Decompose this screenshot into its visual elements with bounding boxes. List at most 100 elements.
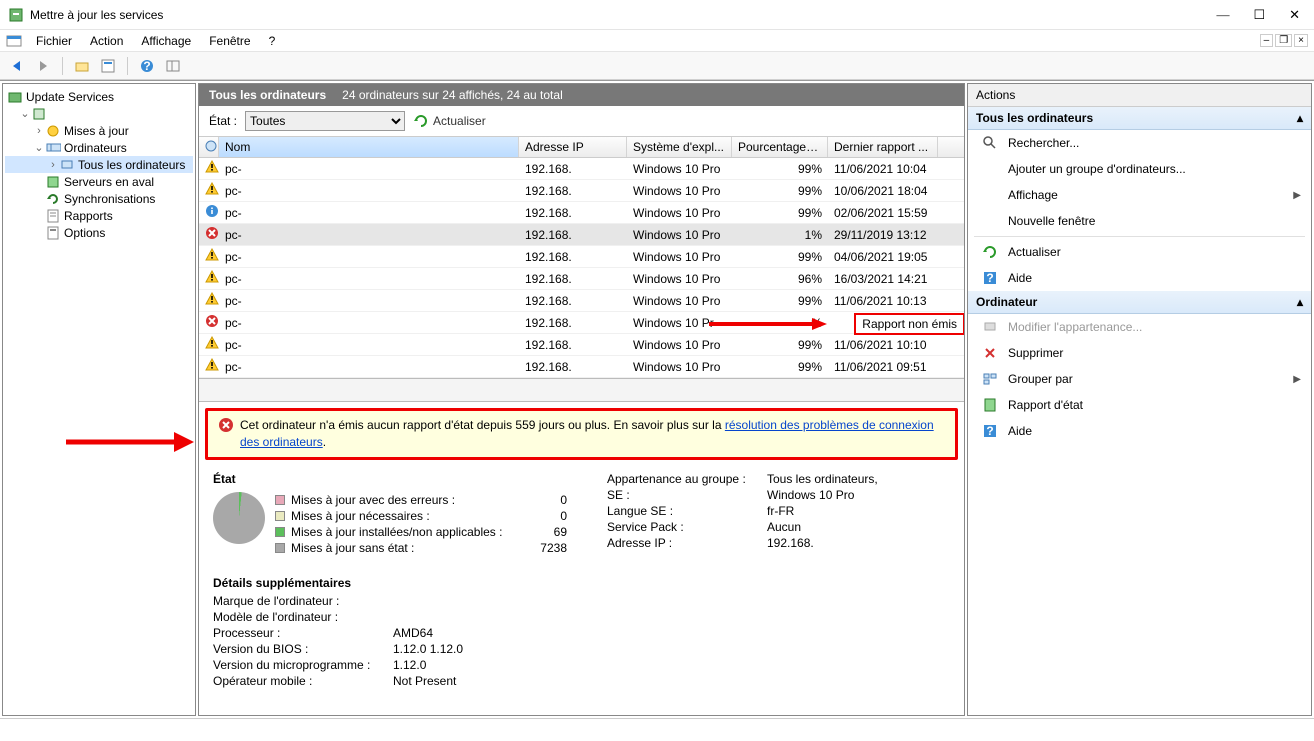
- cell-date: 29/11/2019 13:12: [828, 228, 938, 242]
- cell-os: Windows 10 Pro: [627, 184, 732, 198]
- actions-section-computers[interactable]: Tous les ordinateurs ▴: [968, 107, 1311, 130]
- cell-name: pc-: [219, 228, 519, 242]
- cell-pct: 99%: [732, 206, 828, 220]
- table-row[interactable]: pc-192.168.Windows 10 Pr%Rapport non émi…: [199, 312, 964, 334]
- action-add-group[interactable]: Ajouter un groupe d'ordinateurs...: [968, 156, 1311, 182]
- tree-options[interactable]: Options: [5, 224, 193, 241]
- col-name[interactable]: Nom: [219, 137, 519, 157]
- refresh-icon: [982, 244, 998, 260]
- cell-pct: 1%: [732, 228, 828, 242]
- menu-help[interactable]: ?: [261, 32, 284, 50]
- cell-ip: 192.168.: [519, 228, 627, 242]
- cell-date: 10/06/2021 18:04: [828, 184, 938, 198]
- forward-button[interactable]: [32, 55, 54, 77]
- callout-label: Rapport non émis: [854, 313, 964, 335]
- expand-icon[interactable]: ›: [33, 125, 45, 137]
- refresh-label: Actualiser: [433, 114, 486, 128]
- menu-view[interactable]: Affichage: [133, 32, 199, 50]
- grid-body[interactable]: pc-192.168.Windows 10 Pro99%11/06/2021 1…: [199, 158, 964, 378]
- filter-select[interactable]: Toutes: [245, 111, 405, 131]
- action-group-by[interactable]: Grouper par▶: [968, 366, 1311, 392]
- options-icon: [45, 225, 61, 241]
- folder-button[interactable]: [71, 55, 93, 77]
- status-icon: [205, 226, 219, 240]
- tree-allcomputers-label: Tous les ordinateurs: [78, 158, 185, 172]
- action-status-report[interactable]: Rapport d'état: [968, 392, 1311, 418]
- tree-panel: Update Services ⌄ › Mises à jour ⌄ Ordin…: [2, 83, 196, 716]
- action-new-window[interactable]: Nouvelle fenêtre: [968, 208, 1311, 234]
- tree-root[interactable]: Update Services: [5, 88, 193, 105]
- table-row[interactable]: pc-192.168.Windows 10 Pro99%10/06/2021 1…: [199, 180, 964, 202]
- etat-title: État: [213, 472, 275, 486]
- menubar: Fichier Action Affichage Fenêtre ? – ❐ ×: [0, 30, 1314, 52]
- table-row[interactable]: pc-192.168.Windows 10 Pro99%11/06/2021 1…: [199, 334, 964, 356]
- cell-ip: 192.168.: [519, 250, 627, 264]
- help-button[interactable]: ?: [136, 55, 158, 77]
- table-row[interactable]: pc-192.168.Windows 10 Pro96%16/03/2021 1…: [199, 268, 964, 290]
- delete-icon: [982, 345, 998, 361]
- mdi-close[interactable]: ×: [1294, 34, 1308, 47]
- status-icon: [205, 270, 219, 284]
- cell-ip: 192.168.: [519, 338, 627, 352]
- menu-window[interactable]: Fenêtre: [201, 32, 258, 50]
- tree-reports[interactable]: Rapports: [5, 207, 193, 224]
- back-button[interactable]: [6, 55, 28, 77]
- panes-button[interactable]: [162, 55, 184, 77]
- cell-os: Windows 10 Pro: [627, 294, 732, 308]
- collapse-icon[interactable]: ⌄: [19, 107, 31, 120]
- cell-date: 02/06/2021 15:59: [828, 206, 938, 220]
- col-date[interactable]: Dernier rapport ...: [828, 137, 938, 157]
- extra-details: Détails supplémentaires Marque de l'ordi…: [199, 566, 964, 700]
- table-row[interactable]: pc-192.168.Windows 10 Pro99%04/06/2021 1…: [199, 246, 964, 268]
- tree-computers[interactable]: ⌄ Ordinateurs: [5, 139, 193, 156]
- menu-file[interactable]: Fichier: [28, 32, 80, 50]
- tree-sync[interactable]: Synchronisations: [5, 190, 193, 207]
- action-delete[interactable]: Supprimer: [968, 340, 1311, 366]
- properties-button[interactable]: [97, 55, 119, 77]
- table-row[interactable]: pc-192.168.Windows 10 Pro99%11/06/2021 1…: [199, 158, 964, 180]
- collapse-icon: ▴: [1297, 295, 1303, 309]
- action-search[interactable]: Rechercher...: [968, 130, 1311, 156]
- maximize-button[interactable]: ☐: [1253, 7, 1265, 23]
- table-row[interactable]: pc-192.168.Windows 10 Pro1%29/11/2019 13…: [199, 224, 964, 246]
- mdi-restore[interactable]: ❐: [1275, 34, 1292, 47]
- cell-date: 11/06/2021 10:13: [828, 294, 938, 308]
- col-status[interactable]: [199, 137, 219, 157]
- table-row[interactable]: pc-192.168.Windows 10 Pro99%02/06/2021 1…: [199, 202, 964, 224]
- tree-all-computers[interactable]: › Tous les ordinateurs: [5, 156, 193, 173]
- cell-name: pc-: [219, 338, 519, 352]
- expand-icon[interactable]: ›: [47, 159, 59, 171]
- action-view[interactable]: Affichage▶: [968, 182, 1311, 208]
- cell-ip: 192.168.: [519, 316, 627, 330]
- grid-header: Nom Adresse IP Système d'expl... Pourcen…: [199, 137, 964, 158]
- table-row[interactable]: pc-192.168.Windows 10 Pro99%11/06/2021 1…: [199, 290, 964, 312]
- action-help[interactable]: ?Aide: [968, 265, 1311, 291]
- tree-downstream[interactable]: Serveurs en aval: [5, 173, 193, 190]
- tree-server[interactable]: ⌄: [5, 105, 193, 122]
- computers-icon: [45, 140, 61, 156]
- col-pct[interactable]: Pourcentage i...: [732, 137, 828, 157]
- table-row[interactable]: pc-192.168.Windows 10 Pro99%11/06/2021 0…: [199, 356, 964, 378]
- col-ip[interactable]: Adresse IP: [519, 137, 627, 157]
- filter-row: État : Toutes Actualiser: [199, 106, 964, 137]
- action-refresh[interactable]: Actualiser: [968, 239, 1311, 265]
- extra-title: Détails supplémentaires: [213, 576, 950, 590]
- cell-name: pc-: [219, 206, 519, 220]
- filter-label: État :: [209, 114, 237, 128]
- action-help-2[interactable]: ?Aide: [968, 418, 1311, 444]
- close-button[interactable]: ✕: [1289, 7, 1300, 23]
- tree-updates[interactable]: › Mises à jour: [5, 122, 193, 139]
- app-icon: [8, 7, 24, 23]
- col-os[interactable]: Système d'expl...: [627, 137, 732, 157]
- menu-action[interactable]: Action: [82, 32, 131, 50]
- refresh-button[interactable]: Actualiser: [413, 113, 486, 129]
- mdi-minimize[interactable]: –: [1260, 34, 1274, 47]
- tree-computers-label: Ordinateurs: [64, 141, 127, 155]
- status-icon: [205, 314, 219, 328]
- cell-pct: 96%: [732, 272, 828, 286]
- help-icon: ?: [982, 270, 998, 286]
- minimize-button[interactable]: —: [1216, 7, 1229, 23]
- center-header: Tous les ordinateurs 24 ordinateurs sur …: [199, 84, 964, 106]
- collapse-icon[interactable]: ⌄: [33, 141, 45, 154]
- actions-section-computer[interactable]: Ordinateur ▴: [968, 291, 1311, 314]
